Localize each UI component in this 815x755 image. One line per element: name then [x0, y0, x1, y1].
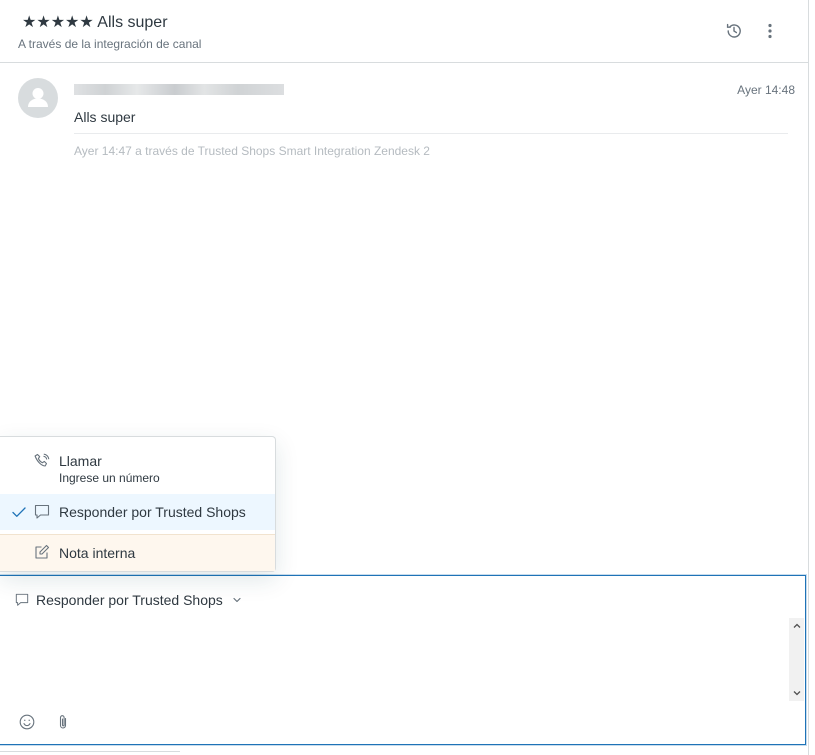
panel-divider [808, 0, 809, 755]
chevron-up-icon [793, 623, 800, 628]
note-edit-icon [35, 544, 50, 559]
checkmark-icon [12, 507, 26, 517]
chevron-down-icon [793, 691, 800, 696]
message-meta: Ayer 14:47 a través de Trusted Shops Sma… [74, 144, 430, 158]
channel-selector-label: Responder por Trusted Shops [36, 592, 223, 608]
menu-item-call[interactable]: Llamar Ingrese un número [0, 437, 275, 493]
channel-menu: Llamar Ingrese un número Responder por T… [0, 436, 276, 572]
message-divider [74, 133, 788, 134]
vertical-ellipsis-icon [768, 23, 772, 39]
ticket-header: ★★★★★ Alls super A través de la integrac… [0, 0, 808, 63]
menu-item-reply-label: Responder por Trusted Shops [59, 504, 246, 520]
menu-item-note-label: Nota interna [59, 545, 136, 561]
avatar [18, 78, 58, 118]
scroll-down-button[interactable] [789, 685, 804, 701]
speech-bubble-icon [15, 593, 29, 606]
channel-selector-button[interactable]: Responder por Trusted Shops [15, 590, 243, 610]
message-timestamp: Ayer 14:48 [737, 83, 795, 97]
ticket-title: ★★★★★ Alls super [22, 14, 168, 31]
author-name-redacted [74, 84, 284, 95]
more-options-button[interactable] [758, 19, 782, 43]
paperclip-icon [59, 715, 67, 729]
scroll-up-button[interactable] [789, 618, 804, 634]
reply-composer[interactable]: Responder por Trusted Shops [0, 575, 806, 745]
emoji-button[interactable] [17, 712, 37, 732]
attach-button[interactable] [53, 712, 73, 732]
user-avatar-icon [28, 88, 48, 107]
chevron-down-icon [233, 597, 241, 603]
menu-item-reply-trusted-shops[interactable]: Responder por Trusted Shops [0, 494, 275, 530]
composer-scrollbar[interactable] [789, 618, 804, 701]
ticket-subtitle: A través de la integración de canal [18, 37, 202, 51]
footer-divider [0, 751, 180, 752]
history-button[interactable] [722, 19, 746, 43]
emoji-icon [19, 714, 35, 730]
menu-item-call-sublabel: Ingrese un número [59, 471, 160, 485]
menu-item-call-label: Llamar [59, 453, 102, 469]
phone-icon [34, 453, 50, 467]
message-body: Alls super [74, 109, 136, 125]
menu-item-internal-note[interactable]: Nota interna [0, 534, 275, 571]
speech-bubble-icon [34, 504, 50, 519]
history-icon [726, 23, 741, 38]
